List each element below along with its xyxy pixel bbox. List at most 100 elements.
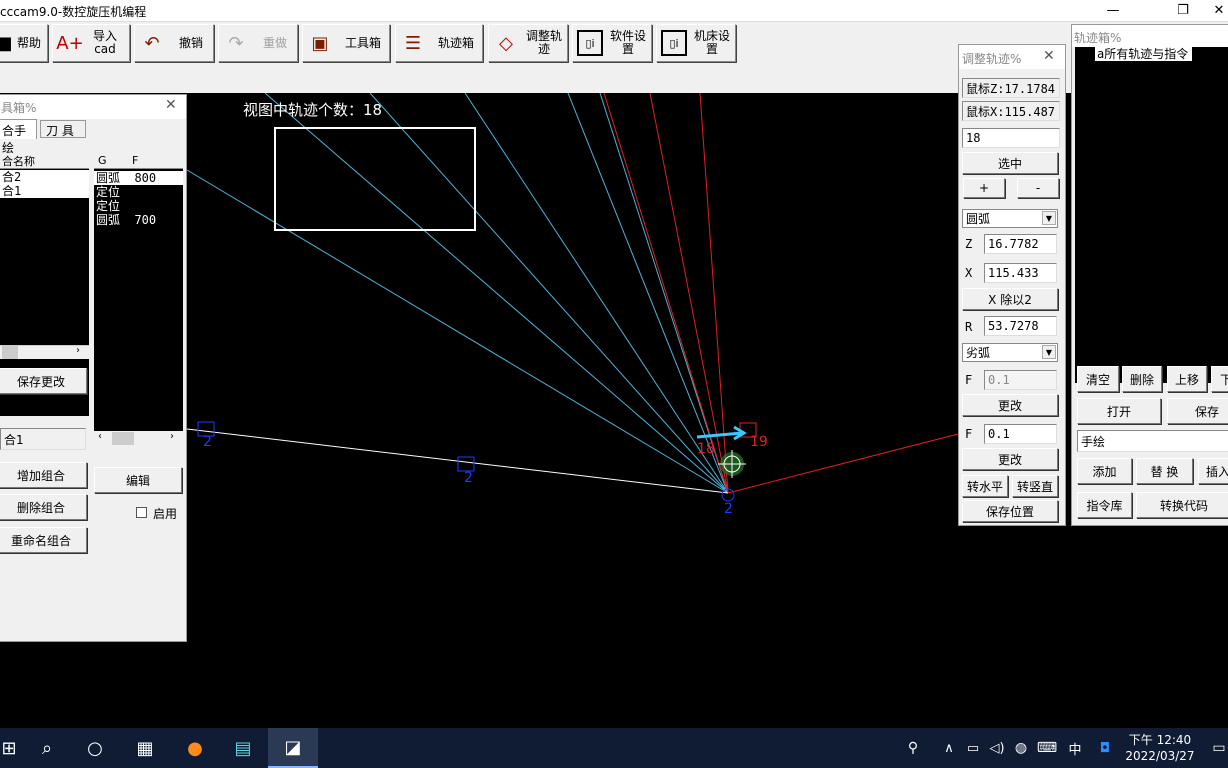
x-divide-by-2-button[interactable]: X 除以2 [962, 288, 1058, 310]
minimize-icon[interactable]: — [1090, 0, 1136, 22]
close-icon[interactable]: ✕ [165, 97, 177, 113]
chevron-left-icon[interactable]: ‹ [98, 431, 102, 442]
save-changes-button[interactable]: 保存更改 [0, 368, 87, 394]
f-label: F [965, 373, 973, 387]
list-item[interactable]: 定位 [94, 199, 183, 213]
calculator-icon[interactable]: ▦ [122, 728, 168, 768]
add-group-button[interactable]: 增加组合 [0, 462, 87, 488]
chevron-down-icon[interactable]: ▼ [1042, 345, 1056, 359]
node-label: 2 [203, 434, 212, 450]
track-count-label: 视图中轨迹个数：18 [243, 101, 382, 119]
firefox-icon[interactable]: ● [172, 728, 218, 768]
insert-button[interactable]: 插入 [1198, 458, 1228, 484]
help-icon: ■ [0, 32, 13, 54]
open-button[interactable]: 打开 [1077, 398, 1161, 424]
cccam-taskbar-icon[interactable]: ◪ [268, 728, 318, 768]
undo-icon: ↶ [144, 32, 160, 54]
to-horizontal-button[interactable]: 转水平 [962, 475, 1008, 497]
list-item[interactable]: 合1 [0, 184, 89, 198]
help-button[interactable]: ■ 帮助 [0, 24, 48, 62]
list-item[interactable]: 圆弧 700 [94, 213, 183, 227]
track-node-marker[interactable] [457, 456, 475, 472]
add-button[interactable]: 添加 [1077, 458, 1132, 484]
chevron-right-icon[interactable]: › [170, 431, 174, 442]
adjust-track-button[interactable]: ◇ 调整轨 迹 [488, 24, 568, 62]
import-cad-button[interactable]: A+ 导入 cad [52, 24, 130, 62]
close-icon[interactable]: ✕ [1043, 48, 1055, 64]
move-down-button[interactable]: 下 [1211, 366, 1228, 392]
to-vertical-button[interactable]: 转竖直 [1012, 475, 1058, 497]
taskbar: ⊞ ⌕ ○ ▦ ● ▤ ◪ ⚲ ∧ ▭ ◁) ◍ ⌨ 中 ◘ 下午 12:40 … [0, 728, 1228, 768]
trackbox-button[interactable]: ☰ 轨迹箱 [395, 24, 483, 62]
rename-group-button[interactable]: 重命名组合 [0, 527, 87, 553]
x-field[interactable]: 115.433 [984, 263, 1057, 283]
app-icon[interactable]: ▤ [220, 728, 266, 768]
list-item[interactable]: 圆弧 800 [94, 171, 183, 185]
current-group-field[interactable]: 合1 [0, 428, 86, 450]
delete-button[interactable]: 删除 [1122, 366, 1162, 392]
software-settings-button[interactable]: ▯i 软件设 置 [572, 24, 652, 62]
z-field[interactable]: 16.7782 [984, 234, 1057, 254]
change-button[interactable]: 更改 [962, 448, 1058, 470]
track-index-label: 19 [750, 434, 768, 450]
change-button[interactable]: 更改 [962, 394, 1058, 416]
chevron-right-icon[interactable]: › [76, 345, 80, 356]
machine-settings-button[interactable]: ▯i 机床设 置 [656, 24, 736, 62]
list-item[interactable]: a所有轨迹与指令 [1095, 47, 1193, 61]
command-list[interactable]: G F 圆弧 800 定位 定位 圆弧 700 ‹ › [94, 153, 183, 446]
select-button[interactable]: 选中 [962, 152, 1058, 174]
clock-time[interactable]: 下午 12:40 [1120, 731, 1200, 748]
mouse-x-readout: 鼠标X:115.487 [962, 101, 1060, 121]
track-index-field[interactable]: 18 [962, 128, 1060, 148]
undo-button[interactable]: ↶ 撤销 [134, 24, 214, 62]
maximize-icon[interactable]: ❐ [1160, 0, 1206, 22]
machine-panel-icon: ▯i [661, 30, 687, 56]
task-view-icon[interactable]: ○ [72, 728, 118, 768]
adjust-track-panel: 调整轨迹% ✕ 鼠标Z:17.1784 鼠标X:115.487 18 选中 + … [958, 44, 1066, 526]
track-panel-title-bar: 轨迹箱% [1072, 25, 1228, 47]
notification-icon[interactable]: ▭ [1196, 728, 1228, 768]
close-icon[interactable]: ✕ [1210, 0, 1228, 22]
toolbox-button[interactable]: ▣ 工具箱 [302, 24, 390, 62]
command-list-header: G F [94, 153, 183, 169]
search-icon[interactable]: ⌕ [24, 728, 70, 768]
enable-checkbox[interactable] [136, 507, 147, 518]
command-library-button[interactable]: 指令库 [1077, 492, 1132, 518]
plus-button[interactable]: + [963, 178, 1005, 198]
tab-tools[interactable]: 刀 具 [40, 120, 86, 138]
horizontal-scrollbar[interactable]: › [0, 345, 89, 359]
edit-button[interactable]: 编辑 [94, 467, 182, 493]
track-list[interactable]: a所有轨迹与指令 [1075, 47, 1228, 383]
clear-button[interactable]: 清空 [1077, 366, 1119, 392]
node-label: 2 [724, 501, 733, 517]
move-up-button[interactable]: 上移 [1167, 366, 1207, 392]
chevron-down-icon[interactable]: ▼ [1042, 211, 1056, 225]
delete-group-button[interactable]: 删除组合 [0, 494, 87, 520]
toolbox-icon: ▣ [311, 32, 329, 54]
track-type-select[interactable]: 圆弧 ▼ [962, 209, 1058, 228]
f-field[interactable]: 0.1 [984, 424, 1057, 444]
z-label: Z [965, 237, 973, 251]
minus-button[interactable]: - [1017, 178, 1059, 198]
horizontal-scrollbar[interactable]: ‹ › [94, 431, 183, 446]
f-field-disabled: 0.1 [984, 370, 1057, 390]
tab-handdraw[interactable]: 合手绘 [0, 119, 37, 155]
list-item[interactable]: 定位 [94, 185, 183, 199]
redo-icon: ↷ [228, 32, 244, 54]
f-label: F [965, 427, 973, 441]
r-field[interactable]: 53.7278 [984, 316, 1057, 336]
save-position-button[interactable]: 保存位置 [962, 500, 1058, 522]
mode-field[interactable]: 手绘 [1077, 430, 1228, 452]
list-item[interactable]: 合2 [0, 170, 89, 184]
save-button[interactable]: 保存 [1167, 398, 1228, 424]
redo-button[interactable]: ↷ 重做 [218, 24, 298, 62]
import-icon: A+ [56, 32, 84, 54]
replace-button[interactable]: 替 换 [1136, 458, 1193, 484]
mouse-z-readout: 鼠标Z:17.1784 [962, 78, 1060, 98]
clock-date[interactable]: 2022/03/27 [1120, 749, 1200, 763]
current-group-label: 前组合名称 [1, 403, 62, 417]
toolbox-panel-title-bar: 具箱% ✕ [0, 95, 186, 119]
arc-type-select[interactable]: 劣弧 ▼ [962, 343, 1058, 362]
red-tracks [603, 93, 959, 494]
convert-code-button[interactable]: 转换代码 [1136, 492, 1228, 518]
